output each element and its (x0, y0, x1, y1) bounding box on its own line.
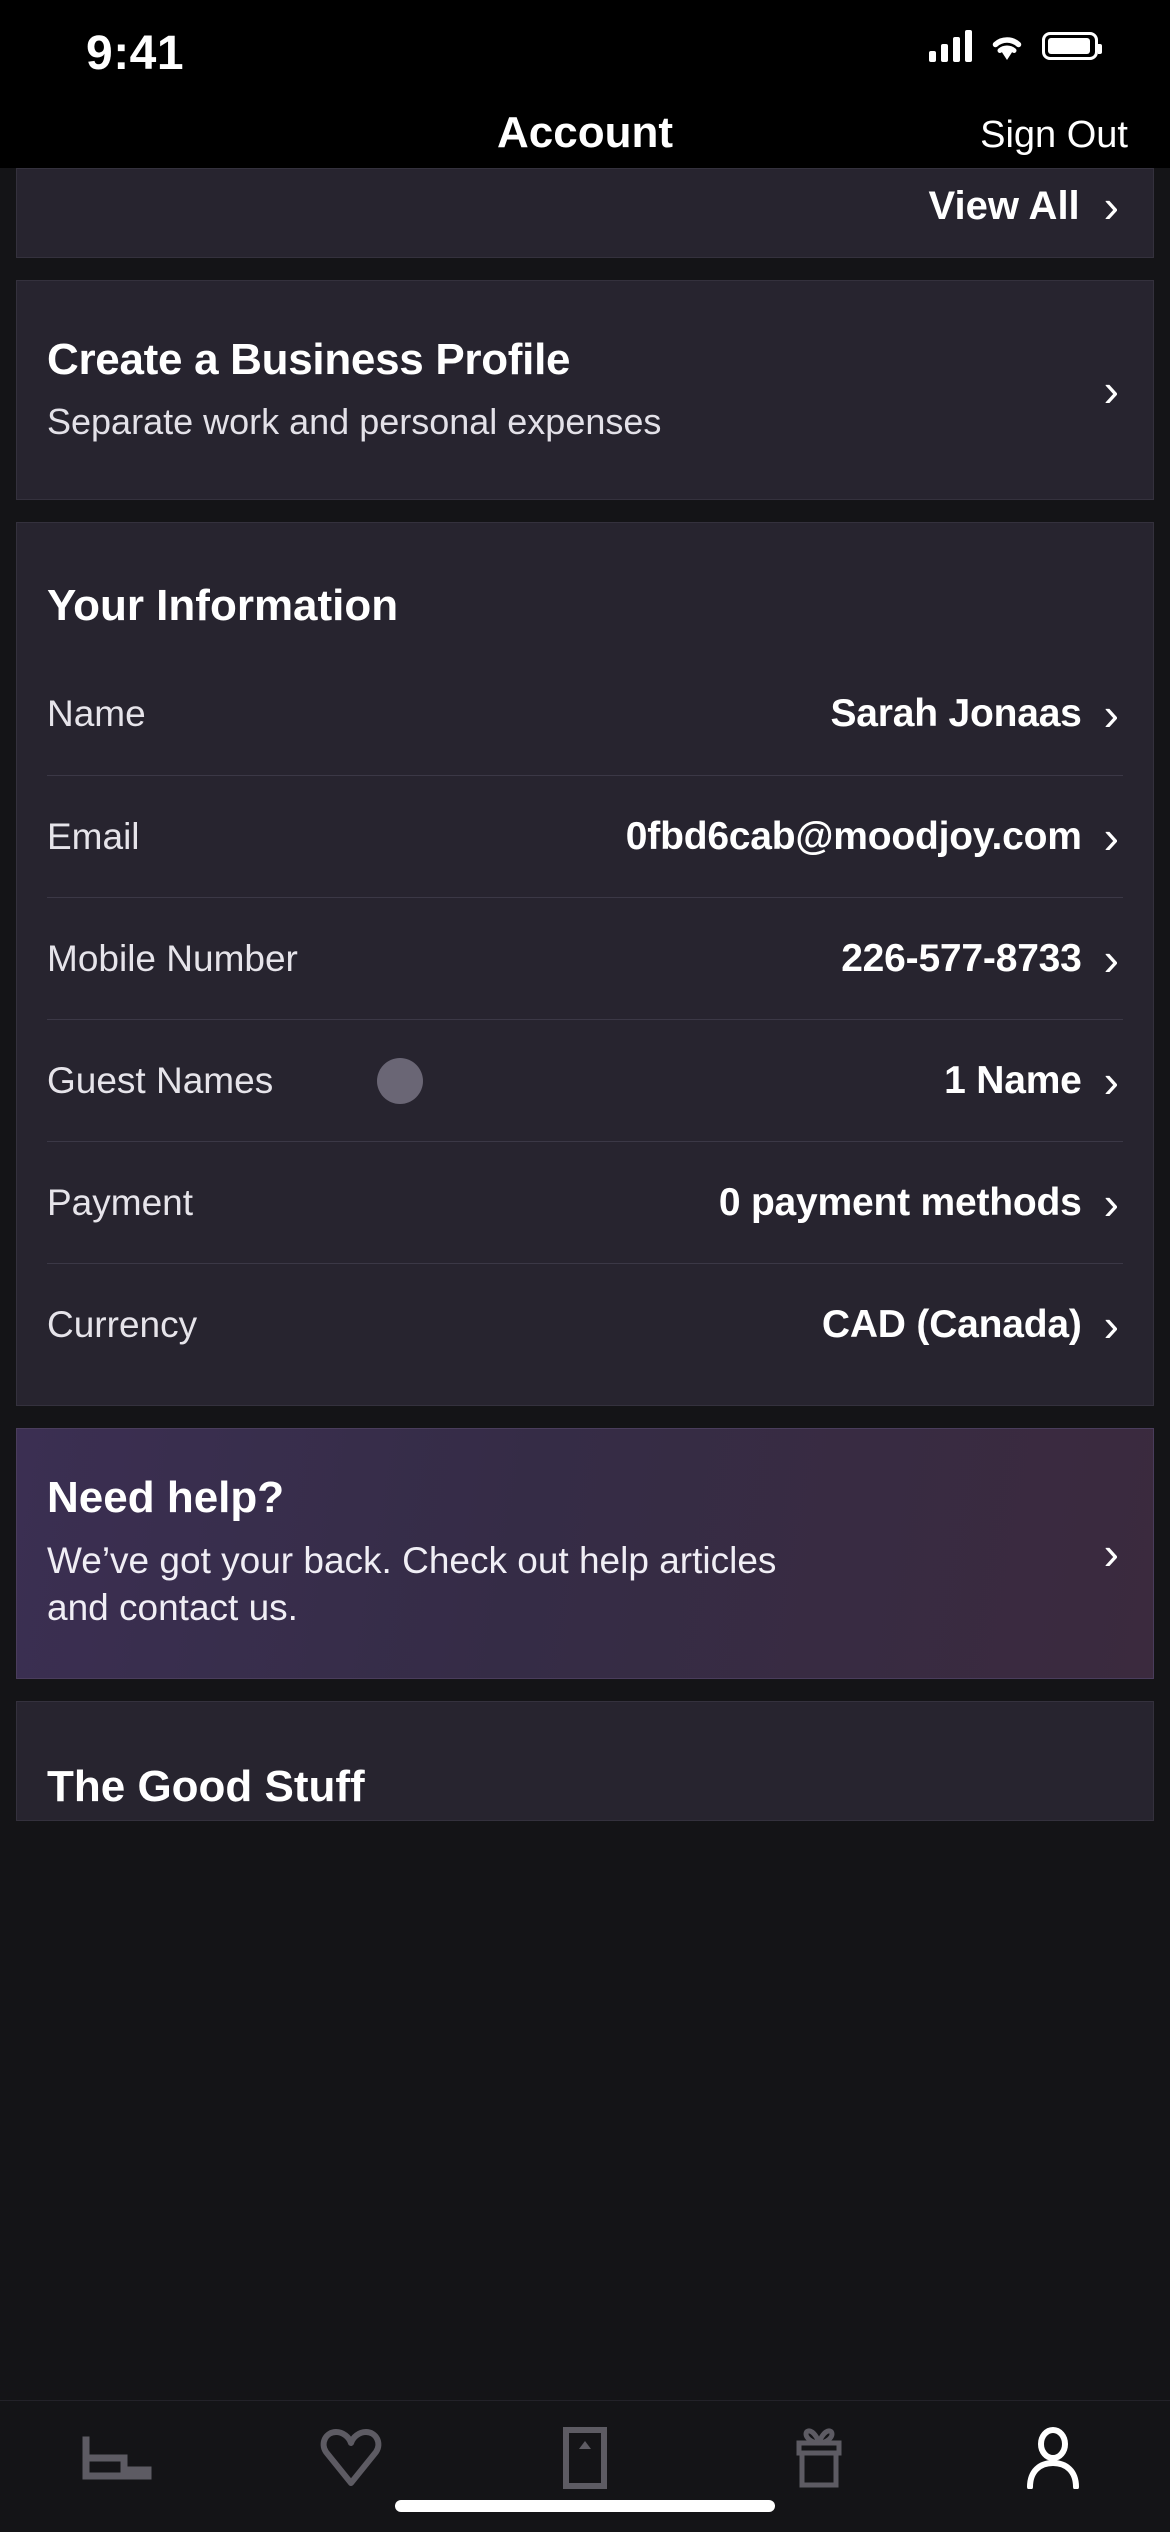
your-information-title: Your Information (47, 581, 399, 630)
tab-stays[interactable] (0, 2401, 234, 2497)
create-business-profile-card[interactable]: Create a Business Profile Separate work … (16, 280, 1154, 500)
cellular-signal-icon (929, 30, 972, 62)
the-good-stuff-title: The Good Stuff (47, 1761, 365, 1811)
chevron-right-icon: › (1103, 364, 1119, 416)
avatar (377, 1057, 423, 1104)
status-bar: 9:41 (0, 0, 1170, 100)
your-information-rows: Name Sarah Jonaas › Email 0fbd6cab@moodj… (47, 653, 1123, 1405)
top-partial-card[interactable]: View All › (16, 168, 1154, 258)
battery-icon (1042, 32, 1102, 60)
sign-out-button[interactable]: Sign Out (980, 114, 1128, 157)
info-row-payment[interactable]: Payment 0 payment methods › (47, 1141, 1123, 1263)
view-all-button[interactable]: View All › (929, 183, 1120, 229)
chevron-right-icon: › (1103, 1176, 1119, 1229)
ticket-icon (562, 2427, 608, 2489)
chevron-right-icon: › (1103, 688, 1119, 740)
need-help-title: Need help? (47, 1473, 285, 1522)
info-row-value: 226-577-8733 (841, 936, 1082, 980)
info-row-value: Sarah Jonaas (830, 692, 1082, 735)
gift-icon (788, 2427, 850, 2489)
person-icon (1022, 2427, 1084, 2489)
info-row-label: Name (47, 693, 146, 734)
nav-bar: Account Sign Out (0, 100, 1170, 168)
info-row-value: 0fbd6cab@moodjoy.com (625, 814, 1082, 858)
account-scroll-view[interactable]: View All › Create a Business Profile Sep… (0, 168, 1170, 2400)
info-row-currency[interactable]: Currency CAD (Canada) › (47, 1263, 1123, 1385)
business-profile-title: Create a Business Profile (47, 335, 571, 384)
chevron-right-icon: › (1103, 810, 1119, 863)
tab-rewards[interactable] (702, 2401, 936, 2497)
bed-icon (80, 2430, 154, 2486)
heart-icon (318, 2428, 384, 2488)
the-good-stuff-card[interactable]: The Good Stuff (16, 1700, 1154, 1821)
info-row-label: Currency (47, 1303, 198, 1345)
need-help-subtitle: We’ve got your back. Check out help arti… (47, 1540, 777, 1629)
chevron-right-icon: › (1103, 932, 1119, 985)
info-row-value: 0 payment methods (718, 1180, 1082, 1224)
chevron-right-icon: › (1103, 180, 1119, 232)
info-row-label: Payment (47, 1181, 194, 1223)
tab-favourites[interactable] (234, 2401, 468, 2497)
chevron-right-icon: › (1103, 1054, 1119, 1107)
tab-account[interactable] (936, 2401, 1170, 2497)
need-help-card[interactable]: Need help? We’ve got your back. Check ou… (16, 1428, 1154, 1679)
info-row-value: CAD (Canada) (821, 1302, 1082, 1346)
phone-screen: 9:41 Account Sign Out View All › Create … (0, 0, 1170, 2532)
status-bar-time: 9:41 (86, 27, 185, 80)
home-indicator-area (0, 2496, 1170, 2532)
info-row-guest-names[interactable]: Guest Names 1 Name › (47, 1019, 1123, 1141)
info-row-mobile-number[interactable]: Mobile Number 226-577-8733 › (47, 897, 1123, 1019)
info-row-name[interactable]: Name Sarah Jonaas › (47, 653, 1123, 775)
info-row-value: 1 Name (944, 1058, 1082, 1102)
info-row-label: Email (47, 815, 140, 857)
view-all-label: View All (928, 183, 1080, 228)
info-row-email[interactable]: Email 0fbd6cab@moodjoy.com › (47, 775, 1123, 897)
info-row-label: Guest Names (47, 1059, 274, 1101)
wifi-icon (988, 31, 1026, 61)
home-indicator[interactable] (395, 2500, 775, 2512)
business-profile-subtitle: Separate work and personal expenses (47, 401, 662, 442)
status-bar-icons (929, 30, 1102, 62)
chevron-right-icon: › (1103, 1298, 1119, 1351)
chevron-right-icon: › (1103, 1527, 1119, 1580)
tab-trips[interactable] (468, 2401, 702, 2497)
your-information-card: Your Information Name Sarah Jonaas › Ema… (16, 522, 1154, 1406)
info-row-label: Mobile Number (47, 937, 298, 979)
